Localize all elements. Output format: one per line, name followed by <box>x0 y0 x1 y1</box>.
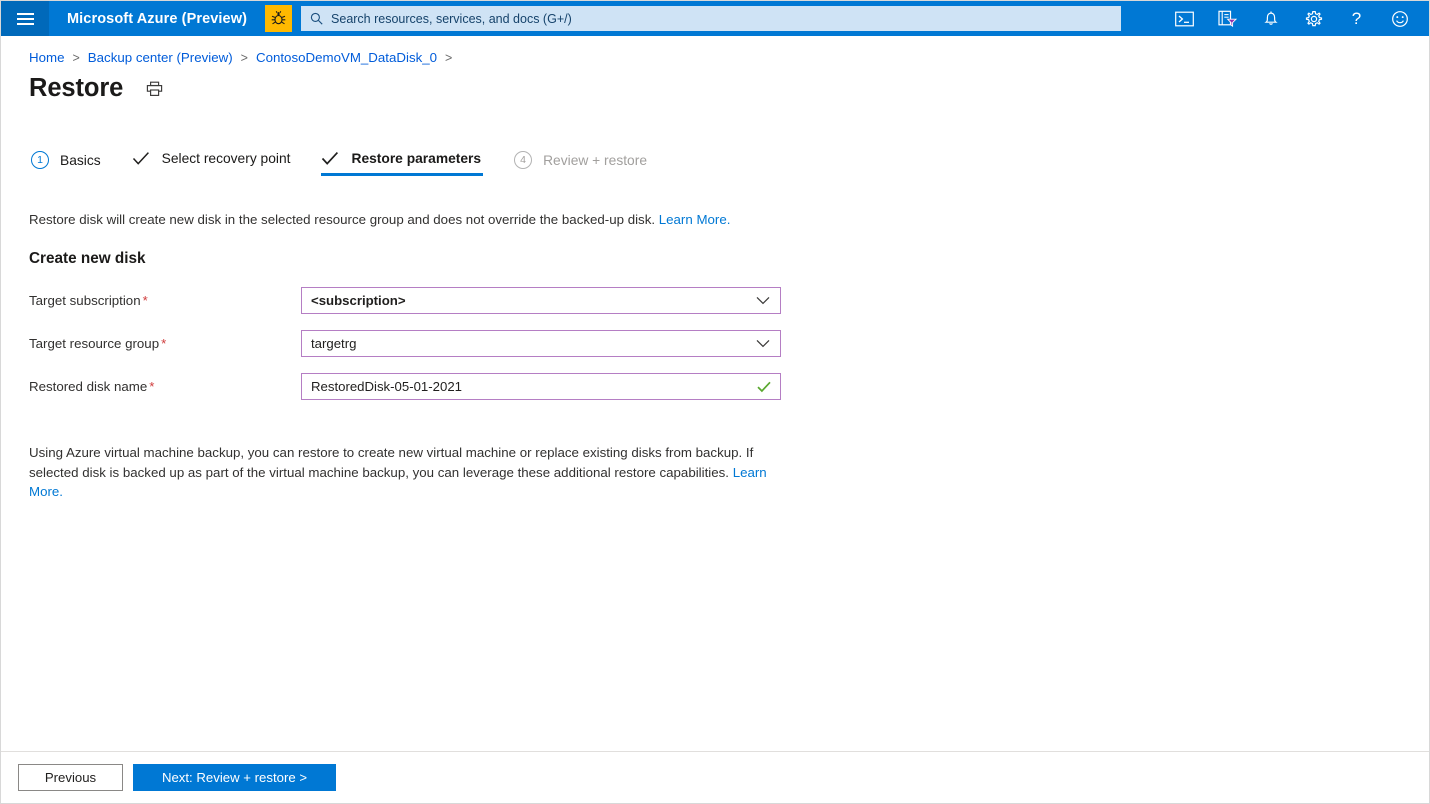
form-row-restored-disk-name: Restored disk name * RestoredDisk-05-01-2… <box>29 365 1401 408</box>
wizard-step-label: Basics <box>60 152 101 168</box>
label-text: Restored disk name <box>29 379 148 395</box>
azure-brand-title[interactable]: Microsoft Azure (Preview) <box>49 11 265 27</box>
wizard-step-label: Select recovery point <box>161 151 291 166</box>
azure-portal-page: Microsoft Azure (Preview) Search resourc… <box>0 0 1430 804</box>
label-target-subscription: Target subscription * <box>29 293 301 308</box>
wizard-step-review-restore[interactable]: 4 Review + restore <box>514 151 647 179</box>
wizard-step-label: Restore parameters <box>351 151 482 166</box>
feedback-smiley-icon[interactable] <box>1378 1 1421 36</box>
wizard-step-bar: 1 Basics Select recovery point Restore p… <box>31 151 1401 179</box>
page-header: Restore <box>29 74 1401 103</box>
restored-disk-name-value: RestoredDisk-05-01-2021 <box>311 379 462 395</box>
form-row-target-resource-group: Target resource group * targetrg <box>29 322 1401 365</box>
vm-backup-note-text: Using Azure virtual machine backup, you … <box>29 445 754 480</box>
step-number-badge: 4 <box>514 151 533 169</box>
target-resource-group-value: targetrg <box>311 336 357 352</box>
directory-subscription-filter-icon[interactable] <box>1206 1 1249 36</box>
label-restored-disk-name: Restored disk name * <box>29 379 301 394</box>
search-input[interactable]: Search resources, services, and docs (G+… <box>301 6 1122 31</box>
section-title-create-new-disk: Create new disk <box>29 250 146 268</box>
cloud-shell-icon[interactable] <box>1163 1 1206 36</box>
help-question-icon[interactable]: ? <box>1335 1 1378 36</box>
target-resource-group-dropdown[interactable]: targetrg <box>301 330 781 358</box>
learn-more-link-top[interactable]: Learn More. <box>659 212 731 227</box>
wizard-footer: Previous Next: Review + restore > <box>1 751 1429 803</box>
restore-description: Restore disk will create new disk in the… <box>29 210 1401 229</box>
restore-description-text: Restore disk will create new disk in the… <box>29 212 656 227</box>
chevron-down-icon <box>752 339 774 348</box>
required-marker: * <box>161 336 167 352</box>
target-subscription-dropdown[interactable]: <subscription> <box>301 287 781 315</box>
previous-button[interactable]: Previous <box>18 764 123 791</box>
search-placeholder: Search resources, services, and docs (G+… <box>331 11 572 26</box>
hamburger-menu-icon[interactable] <box>1 1 49 36</box>
breadcrumb-item-datadisk[interactable]: ContosoDemoVM_DataDisk_0 <box>256 50 437 65</box>
page-title: Restore <box>29 74 124 102</box>
breadcrumb-separator: > <box>240 50 248 65</box>
form-row-target-subscription: Target subscription * <subscription> <box>29 279 1401 322</box>
breadcrumb-item-home[interactable]: Home <box>29 50 64 65</box>
print-icon[interactable] <box>142 77 166 101</box>
required-marker: * <box>142 293 148 309</box>
breadcrumb-separator-trailing: > <box>445 50 453 65</box>
next-review-restore-button[interactable]: Next: Review + restore > <box>133 764 336 791</box>
target-subscription-value: <subscription> <box>311 293 406 309</box>
breadcrumb: Home > Backup center (Preview) > Contoso… <box>29 36 1401 65</box>
search-icon <box>310 12 323 25</box>
create-new-disk-form: Target subscription * <subscription> Targ <box>29 279 1401 408</box>
check-icon <box>132 151 150 166</box>
settings-gear-icon[interactable] <box>1292 1 1335 36</box>
vm-backup-note: Using Azure virtual machine backup, you … <box>29 443 774 501</box>
label-target-resource-group: Target resource group * <box>29 336 301 351</box>
breadcrumb-item-backup-center[interactable]: Backup center (Preview) <box>88 50 233 65</box>
breadcrumb-separator: > <box>72 50 80 65</box>
wizard-step-label: Review + restore <box>543 152 647 168</box>
bug-icon[interactable] <box>265 5 293 32</box>
wizard-step-basics[interactable]: 1 Basics <box>31 151 101 179</box>
top-nav-icon-group: ? <box>1163 1 1429 36</box>
restored-disk-name-input[interactable]: RestoredDisk-05-01-2021 <box>301 373 781 401</box>
top-navigation-bar: Microsoft Azure (Preview) Search resourc… <box>1 1 1429 36</box>
label-text: Target resource group <box>29 336 160 352</box>
required-marker: * <box>149 379 155 395</box>
check-icon <box>321 151 339 166</box>
page-content: Home > Backup center (Preview) > Contoso… <box>1 36 1429 751</box>
label-text: Target subscription <box>29 293 141 309</box>
notifications-bell-icon[interactable] <box>1249 1 1292 36</box>
wizard-step-select-recovery-point[interactable]: Select recovery point <box>132 151 291 176</box>
chevron-down-icon <box>752 296 774 305</box>
wizard-step-restore-parameters[interactable]: Restore parameters <box>321 151 484 176</box>
valid-check-icon <box>754 381 774 393</box>
step-number-badge: 1 <box>31 151 49 169</box>
